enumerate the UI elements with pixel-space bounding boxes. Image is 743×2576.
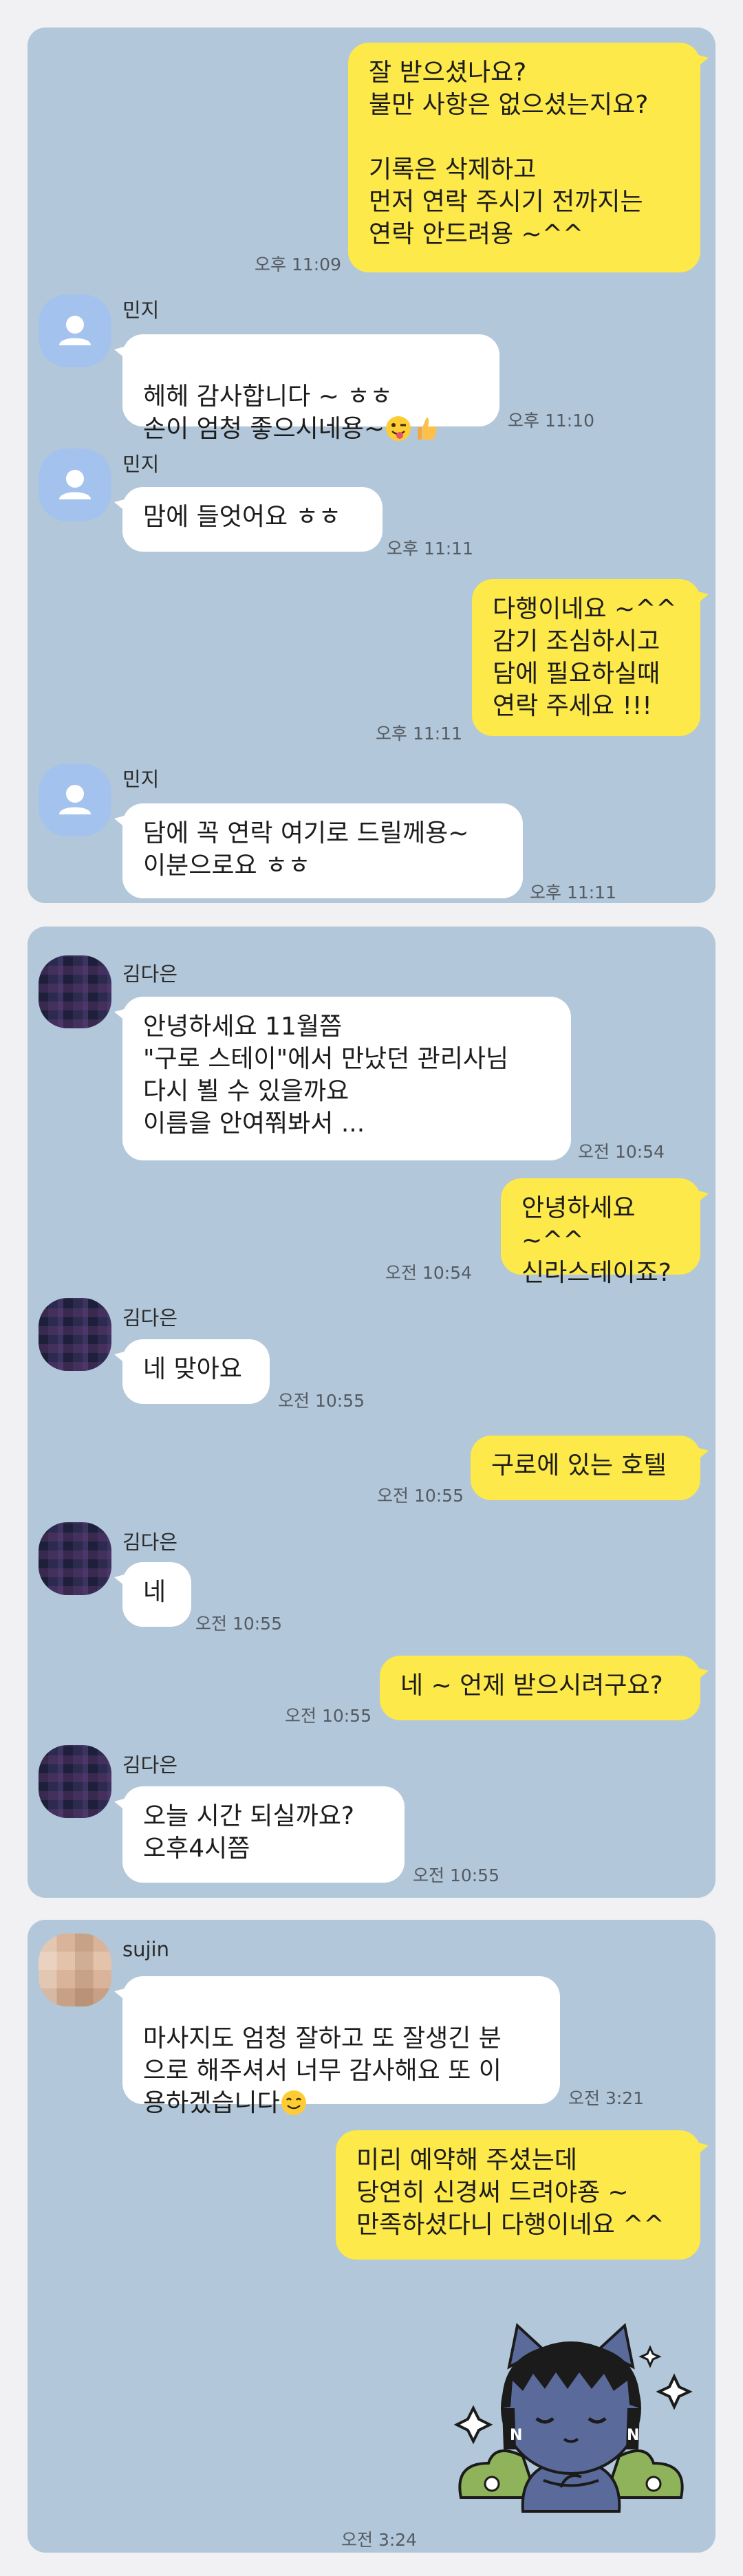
person-icon bbox=[59, 785, 91, 814]
thumbs-up-emoji bbox=[418, 418, 437, 440]
received-message-bubble: 헤헤 감사합니다 ~ ㅎㅎ 손이 엄청 좋으시네용~ bbox=[114, 334, 499, 443]
received-message-bubble: 안녕하세요 11월쯤 "구로 스테이"에서 만났던 관리사님 다시 뵐 수 있을… bbox=[114, 997, 571, 1160]
sender-name: 민지 bbox=[122, 453, 160, 476]
my-message-bubble: 구로에 있는 호텔 bbox=[471, 1436, 709, 1500]
chat-screenshot-3: sujin 마사지도 엄청 잘하고 또 잘생긴 분 으로 해주셔서 너무 감사해… bbox=[28, 1920, 715, 2553]
default-profile-avatar[interactable] bbox=[39, 448, 111, 521]
default-profile-avatar[interactable] bbox=[39, 764, 111, 836]
received-message-bubble: 오늘 시간 되실까요? 오후4시쯤 bbox=[114, 1786, 405, 1883]
default-profile-avatar[interactable] bbox=[39, 294, 111, 367]
sender-name: 김다은 bbox=[122, 1306, 178, 1330]
message-time: 오전 3:24 bbox=[341, 2530, 418, 2550]
message-text: 마사지도 엄청 잘하고 또 잘생긴 분 으로 해주셔서 너무 감사해요 또 이 … bbox=[143, 2024, 502, 2117]
profile-avatar[interactable] bbox=[39, 1745, 111, 1818]
profile-avatar[interactable] bbox=[39, 1522, 111, 1595]
cat-character-sticker: N N bbox=[453, 2323, 693, 2513]
message-text: 헤헤 감사합니다 ~ ㅎㅎ 손이 엄청 좋으시네용~ bbox=[143, 382, 393, 443]
received-message-bubble: 네 맞아요 bbox=[114, 1339, 270, 1404]
my-message-bubble: 잘 받으셨나요? 불만 사항은 없으셨는지요? 기록은 삭제하고 먼저 연락 주… bbox=[348, 43, 709, 272]
my-message-bubble: 안녕하세요 ~^^ 신라스테이죠? bbox=[501, 1178, 709, 1287]
message-time: 오전 10:54 bbox=[578, 1142, 665, 1162]
person-icon bbox=[59, 470, 91, 499]
my-message-bubble: 다행이네요 ~^^ 감기 조심하시고 담에 필요하실때 연락 주세요 !!! bbox=[472, 579, 709, 736]
message-time: 오전 10:55 bbox=[413, 1865, 499, 1885]
sender-name: 김다은 bbox=[122, 962, 178, 986]
svg-text:N: N bbox=[510, 2427, 522, 2444]
message-time: 오전 10:54 bbox=[385, 1263, 472, 1283]
message-time: 오후 11:11 bbox=[387, 539, 473, 559]
received-message-bubble: 마사지도 엄청 잘하고 또 잘생긴 분 으로 해주셔서 너무 감사해요 또 이 … bbox=[114, 1976, 560, 2117]
profile-avatar[interactable] bbox=[39, 955, 111, 1028]
sender-name: 민지 bbox=[122, 768, 160, 791]
profile-avatar[interactable] bbox=[39, 1298, 111, 1371]
my-message-bubble: 네 ~ 언제 받으시려구요? bbox=[380, 1656, 709, 1720]
sender-name: 김다은 bbox=[122, 1753, 178, 1777]
received-message-bubble: 담에 꼭 연락 여기로 드릴께용~ 이분으로요 ㅎㅎ bbox=[114, 803, 523, 898]
winking-tongue-emoji bbox=[386, 416, 411, 441]
message-time: 오전 10:55 bbox=[278, 1391, 365, 1411]
received-message-bubble: 네 bbox=[114, 1562, 191, 1627]
my-message-bubble: 미리 예약해 주셨는데 당연히 신경써 드려야죵 ~ 만족하셨다니 다행이네요 … bbox=[336, 2130, 709, 2260]
message-time: 오전 10:55 bbox=[195, 1614, 282, 1634]
chat-screenshot-1: 잘 받으셨나요? 불만 사항은 없으셨는지요? 기록은 삭제하고 먼저 연락 주… bbox=[28, 28, 715, 903]
sender-name: sujin bbox=[122, 1938, 169, 1961]
message-time: 오후 11:11 bbox=[376, 724, 462, 744]
sender-name: 김다은 bbox=[122, 1530, 178, 1554]
message-time: 오후 11:11 bbox=[530, 883, 616, 902]
message-time: 오후 11:09 bbox=[255, 255, 341, 274]
received-message-bubble: 맘에 들엇어요 ㅎㅎ bbox=[114, 487, 383, 552]
message-time: 오후 11:10 bbox=[508, 411, 594, 431]
message-time: 오전 3:21 bbox=[568, 2088, 645, 2108]
chat-screenshot-2: 김다은 안녕하세요 11월쯤 "구로 스테이"에서 만났던 관리사님 다시 뵐 … bbox=[28, 927, 715, 1898]
message-time: 오전 10:55 bbox=[377, 1486, 464, 1506]
svg-text:N: N bbox=[627, 2427, 639, 2444]
profile-avatar[interactable] bbox=[39, 1934, 111, 2006]
message-time: 오전 10:55 bbox=[285, 1706, 372, 1726]
person-icon bbox=[59, 316, 91, 345]
sender-name: 민지 bbox=[122, 299, 160, 322]
smile-emoji bbox=[281, 2090, 306, 2115]
